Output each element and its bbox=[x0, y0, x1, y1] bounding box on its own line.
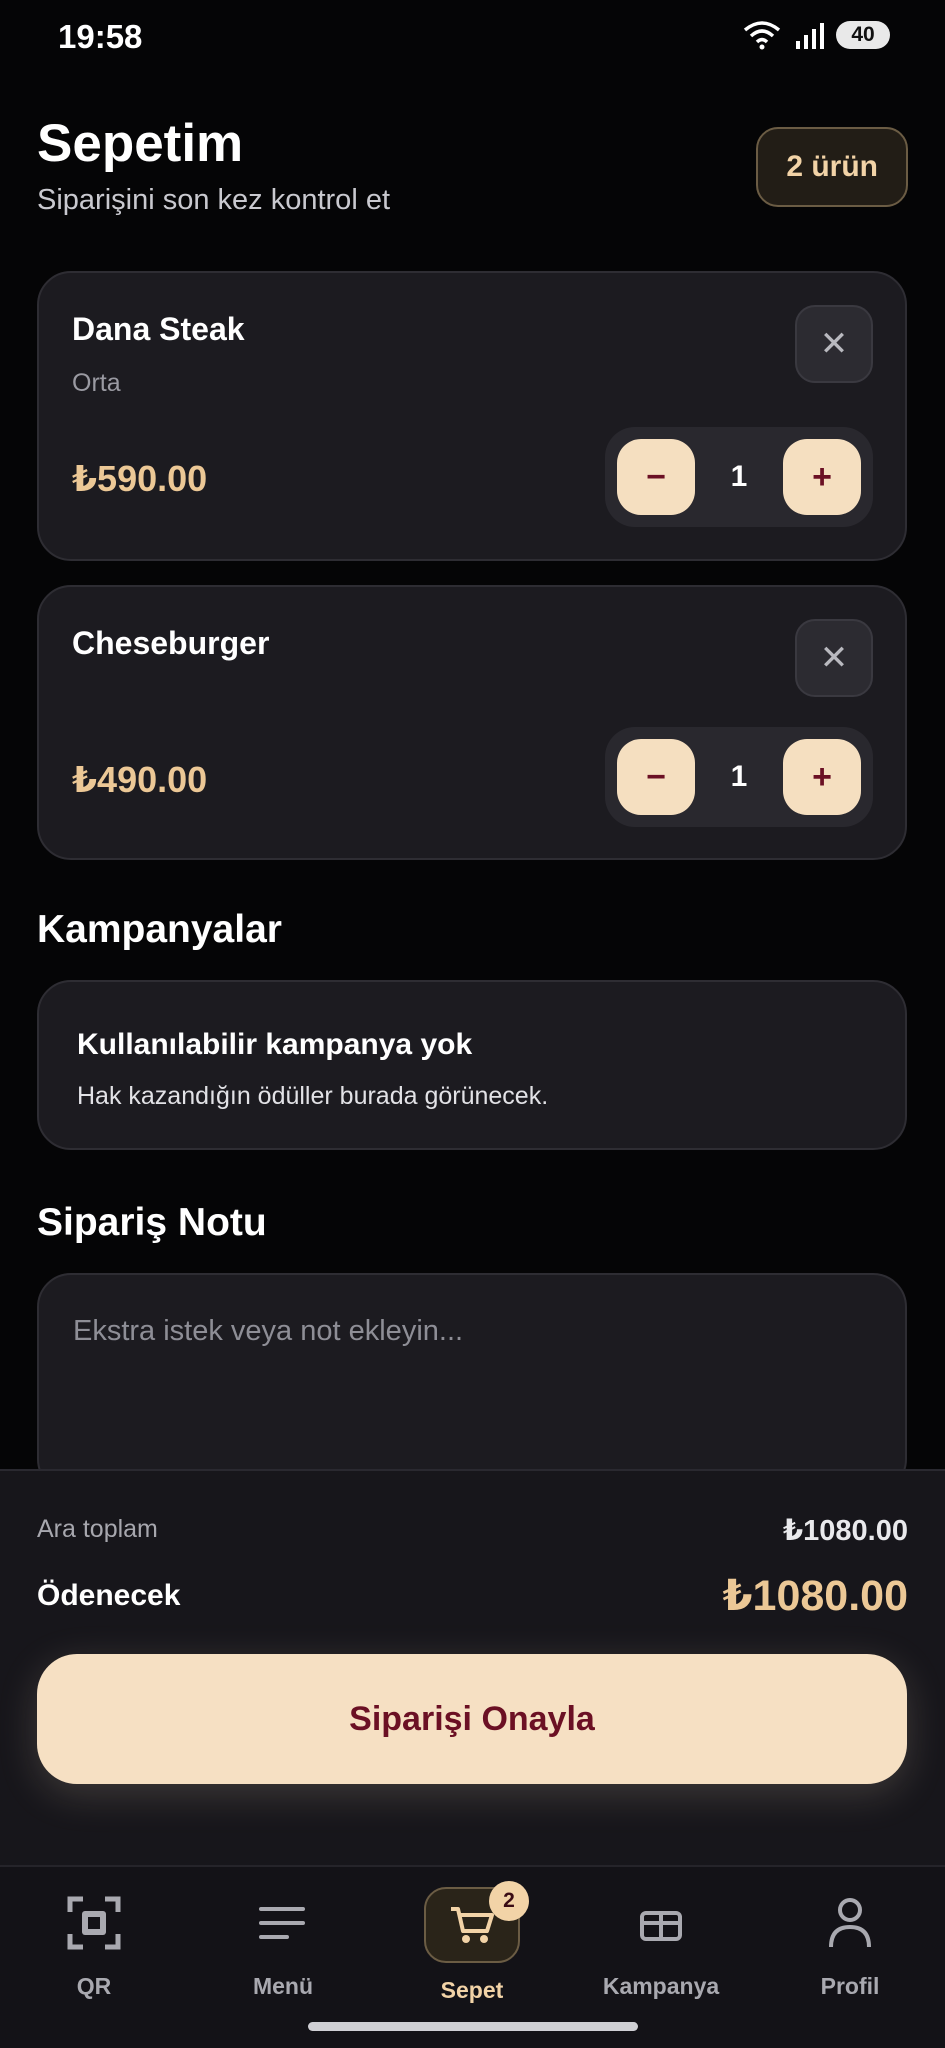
increase-quantity-button[interactable]: + bbox=[783, 739, 861, 815]
campaign-empty-title: Kullanılabilir kampanya yok bbox=[77, 1028, 473, 1061]
tab-menu[interactable]: Menü bbox=[208, 1887, 358, 2000]
cart-item: Dana Steak Orta ₺590.00 ✕ − 1 + bbox=[37, 271, 907, 561]
tab-cart[interactable]: 2 Sepet bbox=[397, 1881, 547, 2004]
page-header: Sepetim Siparişini son kez kontrol et 2 … bbox=[37, 112, 908, 217]
confirm-order-button[interactable]: Siparişi Onayla bbox=[37, 1654, 907, 1784]
quantity-stepper: − 1 + bbox=[605, 427, 873, 527]
tab-label: Profil bbox=[820, 1973, 880, 1999]
cart-count-badge: 2 bbox=[489, 1881, 529, 1921]
campaigns-title: Kampanyalar bbox=[37, 908, 282, 951]
status-bar: 19:58 40 bbox=[0, 0, 945, 72]
wifi-icon bbox=[743, 21, 781, 50]
signal-icon bbox=[796, 23, 824, 49]
item-price: ₺490.00 bbox=[72, 759, 208, 800]
quantity-stepper: − 1 + bbox=[605, 727, 873, 827]
close-icon: ✕ bbox=[819, 639, 849, 677]
quantity-value: 1 bbox=[730, 460, 748, 493]
user-icon bbox=[829, 1898, 871, 1948]
close-icon: ✕ bbox=[819, 325, 849, 363]
item-price: ₺590.00 bbox=[72, 458, 208, 499]
item-name: Dana Steak bbox=[72, 311, 245, 347]
status-time: 19:58 bbox=[58, 18, 143, 55]
decrease-quantity-button[interactable]: − bbox=[617, 739, 695, 815]
decrease-quantity-button[interactable]: − bbox=[617, 439, 695, 515]
home-indicator[interactable] bbox=[308, 2022, 638, 2031]
status-icons: 40 bbox=[742, 20, 890, 50]
tab-label: Menü bbox=[252, 1973, 314, 1999]
increase-quantity-button[interactable]: + bbox=[783, 439, 861, 515]
tab-label: Sepet bbox=[440, 1977, 504, 2003]
subtotal-value: ₺1080.00 bbox=[782, 1515, 908, 1547]
order-note-input[interactable] bbox=[39, 1275, 905, 1491]
item-variant: Orta bbox=[72, 369, 121, 397]
cart-icon bbox=[451, 1907, 494, 1943]
item-count-badge: 2 ürün bbox=[756, 127, 908, 207]
order-note-title: Sipariş Notu bbox=[37, 1201, 267, 1244]
tab-label: QR bbox=[76, 1973, 112, 1999]
campaign-empty-card: Kullanılabilir kampanya yok Hak kazandığ… bbox=[37, 980, 907, 1150]
total-value: ₺1080.00 bbox=[722, 1572, 908, 1620]
bottom-tab-bar: QR Menü 2 Sepet Kampanya Profil bbox=[0, 1865, 945, 2048]
item-name: Cheseburger bbox=[72, 625, 270, 661]
total-label: Ödenecek bbox=[37, 1579, 181, 1612]
tab-qr[interactable]: QR bbox=[19, 1887, 169, 2000]
subtotal-label: Ara toplam bbox=[37, 1515, 158, 1543]
gift-icon bbox=[640, 1911, 682, 1941]
remove-item-button[interactable]: ✕ bbox=[795, 305, 873, 383]
quantity-value: 1 bbox=[730, 760, 748, 793]
tab-campaign[interactable]: Kampanya bbox=[586, 1887, 736, 2000]
tab-profile[interactable]: Profil bbox=[775, 1887, 925, 2000]
menu-lines-icon bbox=[259, 1907, 305, 1939]
tab-label: Kampanya bbox=[602, 1973, 720, 1999]
campaign-empty-description: Hak kazandığın ödüller burada görünecek. bbox=[77, 1082, 549, 1110]
cart-item: Cheseburger ₺490.00 ✕ − 1 + bbox=[37, 585, 907, 860]
remove-item-button[interactable]: ✕ bbox=[795, 619, 873, 697]
order-summary: Ara toplam ₺1080.00 Ödenecek ₺1080.00 Si… bbox=[0, 1469, 945, 1865]
order-note-box bbox=[37, 1273, 907, 1493]
qr-scan-icon bbox=[67, 1896, 121, 1950]
battery-indicator: 40 bbox=[836, 21, 890, 49]
